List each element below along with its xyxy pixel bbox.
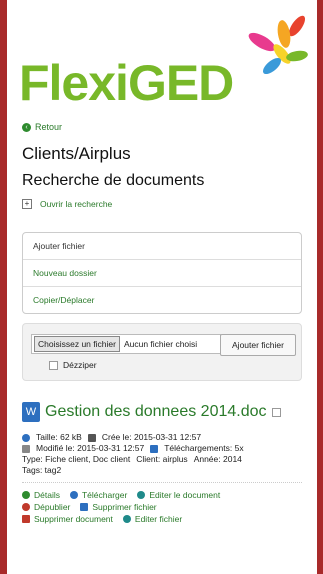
trash-icon <box>80 503 89 511</box>
menu-item-copy-move[interactable]: Copier/Déplacer <box>23 286 301 313</box>
delete-file-label: Supprimer fichier <box>92 502 157 512</box>
document-year: Année: 2014 <box>193 454 242 464</box>
download-action[interactable]: Télécharger <box>69 489 128 501</box>
unzip-option[interactable]: Dézziper <box>49 360 97 370</box>
add-file-button[interactable]: Ajouter fichier <box>220 334 296 356</box>
back-label: Retour <box>35 122 63 132</box>
document-select-checkbox[interactable] <box>271 407 281 417</box>
no-file-label: Aucun fichier choisi <box>123 339 198 349</box>
action-menu: Ajouter fichier Nouveau dossier Copier/D… <box>22 232 302 314</box>
details-icon <box>22 491 30 499</box>
document-modified: Modifié le: 2015-03-31 12:57 <box>36 443 145 453</box>
pencil-icon <box>137 491 146 499</box>
edit-icon <box>22 444 30 453</box>
download-label: Télécharger <box>81 490 128 500</box>
open-search-label: Ouvrir la recherche <box>40 199 113 209</box>
pencil-icon <box>122 515 131 523</box>
unpublish-action[interactable]: Dépublier <box>22 501 70 513</box>
file-input[interactable]: Choisissez un fichier Aucun fichier choi… <box>31 334 221 354</box>
edit-document-action[interactable]: Editer le document <box>137 489 220 501</box>
document-client: Client: airplus <box>136 454 188 464</box>
expand-icon <box>150 444 159 453</box>
delete-document-icon <box>22 515 30 523</box>
unzip-checkbox[interactable] <box>49 360 58 370</box>
menu-item-new-folder[interactable]: Nouveau dossier <box>23 259 301 286</box>
calendar-icon <box>87 433 96 442</box>
open-search-toggle[interactable]: + Ouvrir la recherche <box>22 199 112 209</box>
delete-document-action[interactable]: Supprimer document <box>22 513 113 525</box>
document-actions: Détails Télécharger Editer le document D… <box>22 489 302 525</box>
document-card: W Gestion des donnees 2014.doc Taille: 6… <box>22 402 302 525</box>
details-action[interactable]: Détails <box>22 489 60 501</box>
app-logo: FlexiGED <box>19 55 234 111</box>
delete-file-action[interactable]: Supprimer fichier <box>80 501 157 513</box>
download-icon <box>69 491 78 499</box>
document-created: Crée le: 2015-03-31 12:57 <box>101 432 202 442</box>
document-title[interactable]: Gestion des donnees 2014.doc <box>45 403 267 421</box>
upload-panel: Choisissez un fichier Aucun fichier choi… <box>22 323 302 381</box>
arrow-left-icon: ‹ <box>22 122 31 132</box>
details-label: Détails <box>34 490 60 500</box>
document-size: Taille: 62 kB <box>36 432 82 442</box>
plus-icon: + <box>22 199 32 209</box>
app-frame: FlexiGED ‹ Retour Clients/Airplus Recher… <box>7 0 317 574</box>
document-downloads: Téléchargements: 5x <box>164 443 244 453</box>
back-link[interactable]: ‹ Retour <box>22 122 62 132</box>
unpublish-label: Dépublier <box>34 502 71 512</box>
delete-document-label: Supprimer document <box>34 514 113 524</box>
unpublish-icon <box>22 503 30 511</box>
menu-item-add-file[interactable]: Ajouter fichier <box>23 233 301 259</box>
document-header: W Gestion des donnees 2014.doc <box>22 402 302 422</box>
document-type: Type: Fiche client, Doc client <box>22 454 131 464</box>
edit-document-label: Editer le document <box>149 490 221 500</box>
info-icon <box>22 433 30 442</box>
unzip-label: Dézziper <box>63 360 97 370</box>
document-tags: Tags: tag2 <box>22 465 62 475</box>
logo-petals-icon <box>248 15 308 75</box>
page-subtitle: Recherche de documents <box>22 172 205 189</box>
document-meta: Taille: 62 kB Crée le: 2015-03-31 12:57 … <box>22 432 302 476</box>
divider <box>22 482 302 483</box>
choose-file-button[interactable]: Choisissez un fichier <box>34 336 120 352</box>
word-file-icon: W <box>22 402 40 422</box>
edit-file-action[interactable]: Editer fichier <box>122 513 183 525</box>
page-title: Clients/Airplus <box>22 144 131 163</box>
edit-file-label: Editer fichier <box>134 514 183 524</box>
